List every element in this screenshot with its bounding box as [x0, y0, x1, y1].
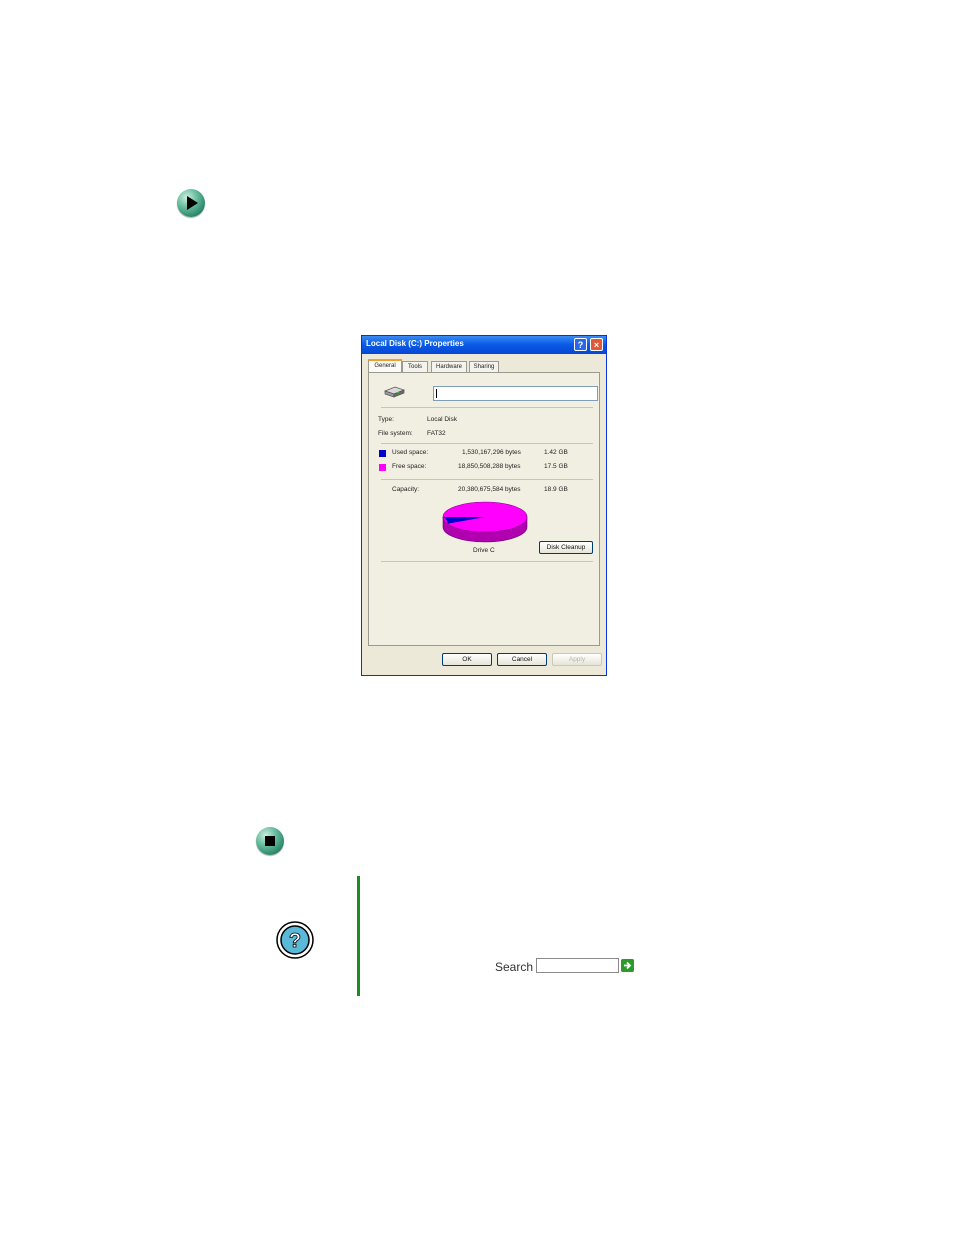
- capacity-gb: 18.9 GB: [544, 486, 568, 493]
- disk-cleanup-button[interactable]: Disk Cleanup: [539, 541, 593, 554]
- volume-label-input[interactable]: [433, 386, 598, 401]
- file-system-value: FAT32: [427, 430, 446, 437]
- used-space-gb: 1.42 GB: [544, 449, 568, 456]
- file-system-label: File system:: [378, 430, 413, 437]
- disk-properties-dialog: Local Disk (C:) Properties ? × General T…: [361, 335, 607, 676]
- general-tab-panel: Type: Local Disk File system: FAT32 Used…: [368, 372, 600, 646]
- capacity-bytes: 20,380,675,584 bytes: [458, 486, 521, 493]
- free-space-gb: 17.5 GB: [544, 463, 568, 470]
- procedure-arrow-icon: [177, 189, 205, 217]
- dialog-titlebar: Local Disk (C:) Properties ? ×: [362, 336, 606, 354]
- hard-drive-icon: [383, 386, 405, 398]
- procedure-end-icon: [256, 827, 284, 855]
- tip-divider: [357, 876, 360, 996]
- cancel-button[interactable]: Cancel: [497, 653, 547, 666]
- free-space-swatch: [379, 464, 386, 471]
- used-space-label: Used space:: [392, 449, 429, 456]
- type-label: Type:: [378, 416, 394, 423]
- search-label: Search: [495, 960, 534, 974]
- dialog-title: Local Disk (C:) Properties: [366, 339, 464, 348]
- used-space-swatch: [379, 450, 386, 457]
- drive-label: Drive C: [473, 547, 495, 554]
- tab-general[interactable]: General: [368, 359, 402, 372]
- close-button[interactable]: ×: [590, 338, 603, 351]
- help-question-icon: ?: [276, 921, 314, 959]
- search-go-arrow-icon[interactable]: [621, 959, 634, 972]
- tab-sharing[interactable]: Sharing: [469, 361, 499, 372]
- search-input[interactable]: [536, 958, 619, 973]
- help-button[interactable]: ?: [574, 338, 587, 351]
- type-value: Local Disk: [427, 416, 457, 423]
- free-space-label: Free space:: [392, 463, 427, 470]
- apply-button: Apply: [552, 653, 602, 666]
- used-space-bytes: 1,530,167,296 bytes: [462, 449, 521, 456]
- ok-button[interactable]: OK: [442, 653, 492, 666]
- tab-hardware[interactable]: Hardware: [431, 361, 467, 372]
- svg-text:?: ?: [289, 930, 301, 952]
- capacity-label: Capacity:: [392, 486, 420, 493]
- free-space-bytes: 18,850,508,288 bytes: [458, 463, 521, 470]
- disk-usage-pie-chart: [442, 501, 528, 543]
- tab-tools[interactable]: Tools: [402, 361, 428, 372]
